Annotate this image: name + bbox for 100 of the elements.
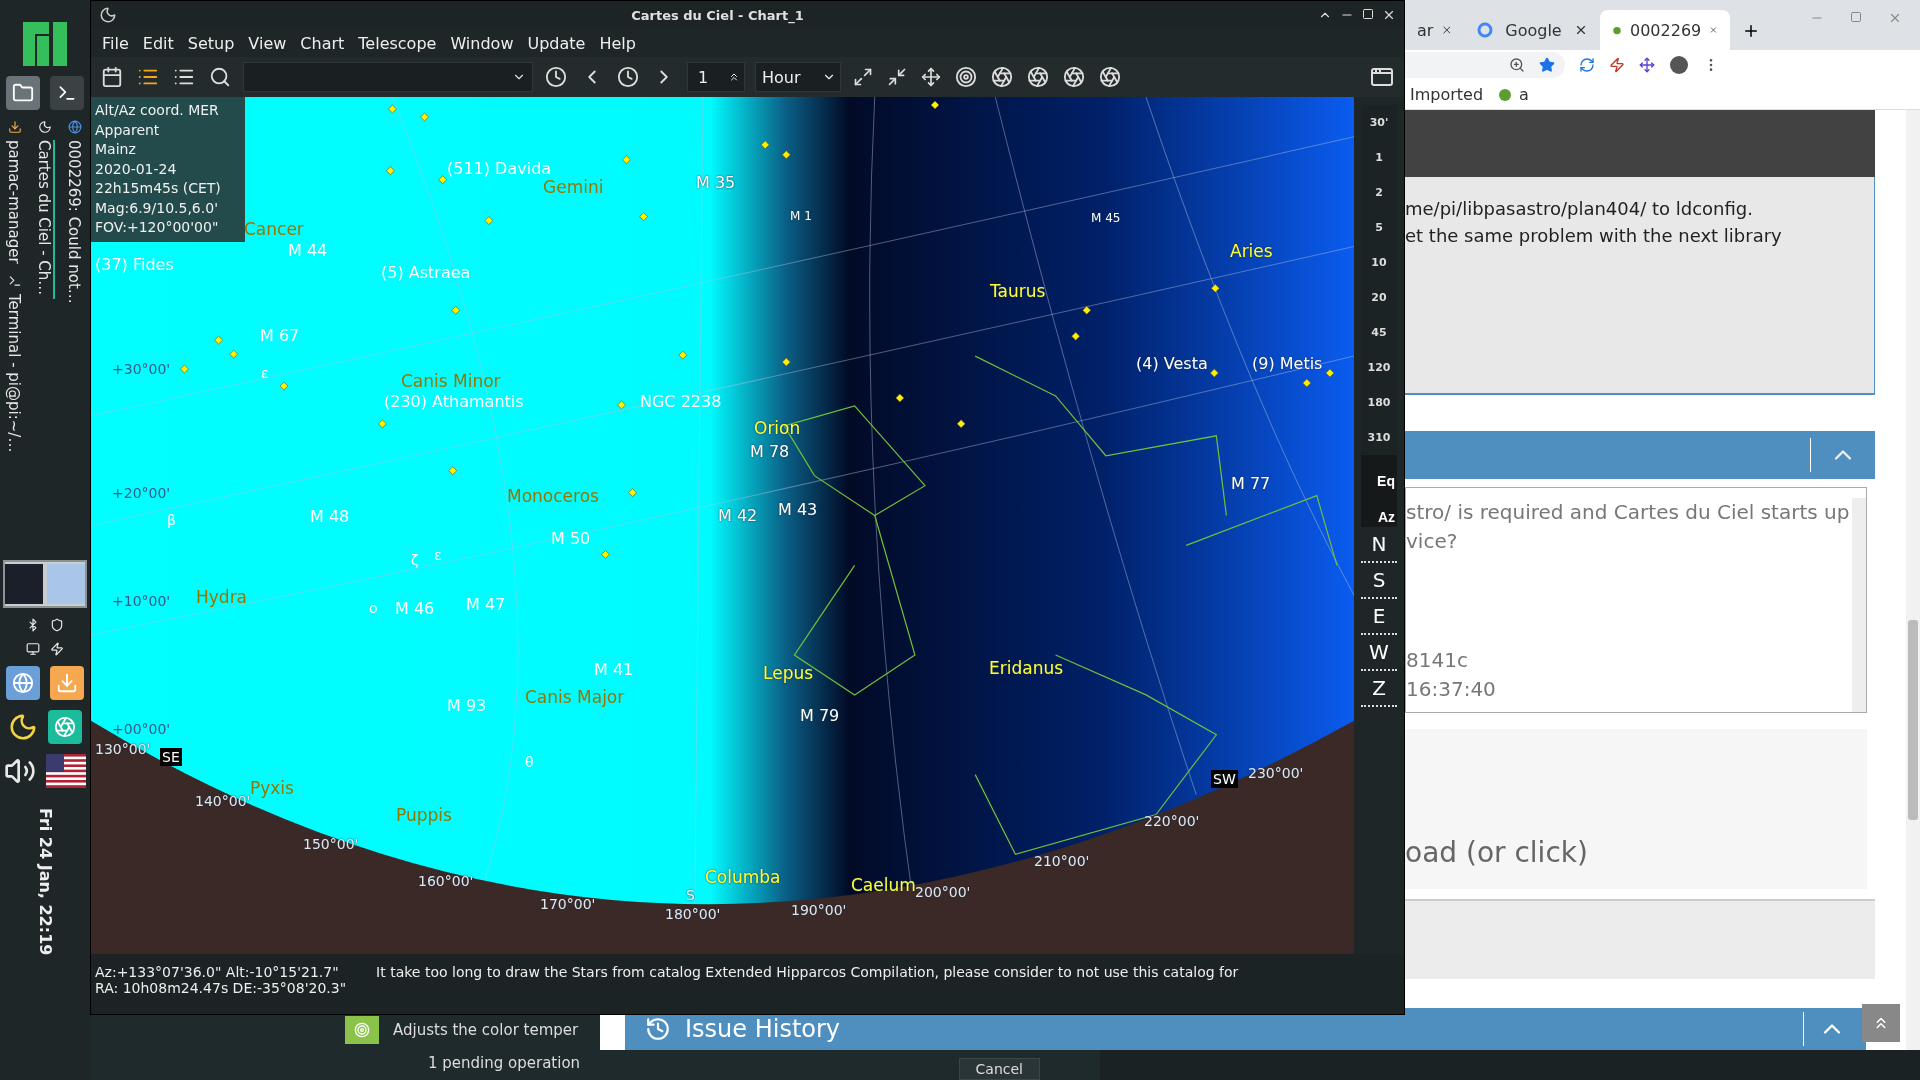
unit-dropdown[interactable]: Hour (755, 62, 841, 92)
window-title: Cartes du Ciel - Chart_1 (631, 7, 804, 23)
constellation-label: Canis Major (525, 689, 625, 706)
star-label: ε (434, 548, 442, 562)
constellation-label: Caelum (851, 877, 916, 894)
coordinate-label: 180°00' (665, 907, 721, 921)
constellation-label: Canis Minor (401, 373, 501, 390)
cancel-button[interactable]: Cancel (958, 1058, 1040, 1080)
coordinate-label: 200°00' (915, 885, 971, 899)
menu-item[interactable]: Window (443, 33, 521, 53)
info-text: 22h15m45s (CET) (95, 179, 222, 198)
taskbar-item[interactable]: Cartes du Ciel - Ch… (35, 140, 55, 300)
object-label: M 93 (447, 698, 487, 714)
object-label: M 43 (778, 502, 818, 518)
constellation-label: Monoceros (507, 488, 599, 505)
drop-zone[interactable]: oad (or click) (1405, 729, 1867, 889)
object-label: M 45 (1091, 212, 1121, 224)
object-label: M 67 (260, 328, 300, 344)
text-area[interactable]: stro/ is required and Cartes du Ciel starts up vice? 8141c 16:37:40 (1405, 487, 1867, 713)
info-text: Mag:6.9/10.5,6.0' (95, 198, 219, 218)
position-text: Az:+133°07'36.0" Alt:-10°15'21.7" (95, 964, 340, 980)
bookmark-link[interactable]: a (1497, 85, 1529, 104)
position-text: RA: 10h08m24.47s DE:-35°08'20.3" (95, 980, 347, 996)
text-line: 16:37:40 (1406, 676, 1497, 703)
object-label: M 35 (696, 175, 736, 191)
coordinate-label: +30°00' (112, 362, 171, 376)
info-text: Apparent (95, 120, 161, 140)
object-label: M 79 (800, 708, 840, 724)
constellation-label: Gemini (543, 179, 604, 196)
step-field[interactable]: 1 (687, 62, 745, 92)
coordinate-label: 220°00' (1144, 814, 1200, 828)
text-line: 8141c (1406, 647, 1469, 674)
star-label: β (167, 513, 176, 527)
object-label: M 42 (718, 508, 758, 524)
package-description: Adjusts the color temper (393, 1021, 579, 1039)
coordinate-label: 170°00' (540, 897, 596, 911)
coordinate-label: 210°00' (1034, 854, 1090, 868)
taskbar-item[interactable]: 0002269: Could not… (65, 140, 85, 308)
constellation-label: Orion (754, 420, 801, 437)
object-label: M 44 (288, 243, 328, 259)
object-label: M 46 (395, 601, 435, 617)
taskbar-item[interactable]: Terminal - pi@pi:~/… (5, 293, 25, 456)
constellation-label: Pyxis (250, 780, 294, 797)
menu-item[interactable]: File (95, 33, 136, 53)
info-text: Mainz (95, 140, 137, 159)
info-text: FOV:+120°00'00" (95, 218, 220, 237)
info-text: Alt/Az coord. MER (95, 101, 220, 120)
constellation-label: Eridanus (989, 660, 1064, 677)
clock-text[interactable]: Fri 24 Jan, 22:19 (35, 808, 55, 956)
object-label: M 1 (790, 210, 812, 222)
browser-tab[interactable]: ar (1405, 10, 1465, 50)
projection-button[interactable]: Az (1361, 491, 1397, 527)
status-message: It take too long to draw the Stars from catalog Extended Hipparcos Compilation, please consider to not use this catalog for (376, 964, 1239, 982)
menu-item[interactable]: View (241, 33, 294, 53)
menu-item[interactable]: Chart (293, 33, 352, 53)
coordinate-label: 230°00' (1248, 766, 1304, 780)
direction-button[interactable]: N (1361, 527, 1397, 563)
menu-item[interactable]: Help (592, 33, 643, 53)
direction-label: S (686, 888, 695, 902)
object-label: M 78 (750, 444, 790, 460)
direction-button[interactable]: S (1361, 563, 1397, 599)
direction-button[interactable]: W (1361, 635, 1397, 671)
pending-status: 1 pending operation (428, 1053, 581, 1072)
star-label: θ (525, 755, 534, 769)
object-label: (511) Davida (447, 161, 552, 177)
direction-button[interactable]: Z (1361, 671, 1397, 707)
note-text: et the same problem with the next library (1405, 224, 1783, 248)
projection-button[interactable]: Eq (1361, 455, 1397, 491)
direction-label: SW (1211, 770, 1238, 788)
object-label: M 41 (594, 662, 634, 678)
coordinate-label: 140°00' (195, 794, 251, 808)
constellation-label: Hydra (196, 589, 248, 606)
direction-button[interactable]: E (1361, 599, 1397, 635)
object-label: NGC 2238 (640, 394, 722, 410)
object-label: (230) Athamantis (384, 394, 524, 410)
coordinate-label: 190°00' (791, 903, 847, 917)
text-line: vice? (1406, 528, 1459, 555)
object-label: M 47 (466, 597, 506, 613)
menu-item[interactable]: Edit (135, 33, 181, 53)
bookmark-link[interactable]: Imported (1410, 85, 1484, 104)
menu-item[interactable]: Update (520, 33, 593, 53)
coordinate-label: +00°00' (112, 722, 171, 736)
menu-item[interactable]: Setup (180, 33, 242, 53)
object-label: (37) Fides (95, 257, 174, 273)
constellation-label: Taurus (990, 283, 1046, 300)
coordinate-label: +10°00' (112, 594, 171, 608)
constellation-label: Aries (1230, 243, 1273, 260)
object-label: (4) Vesta (1136, 356, 1208, 372)
star-label: ο (369, 601, 378, 615)
note-text: me/pi/libpasastro/plan404/ to ldconfig. (1405, 197, 1754, 221)
object-label: (9) Metis (1252, 356, 1323, 372)
info-text: 2020-01-24 (95, 159, 178, 179)
object-label: M 50 (551, 531, 591, 547)
browser-tab[interactable]: Google (1465, 10, 1600, 50)
taskbar-item[interactable]: pamac-manager (5, 140, 25, 268)
browser-tab[interactable]: 0002269 (1600, 10, 1730, 50)
menu-item[interactable]: Telescope (351, 33, 444, 53)
coordinate-label: +20°00' (112, 486, 171, 500)
coordinate-label: 160°00' (418, 874, 474, 888)
star-label: ε (261, 366, 269, 380)
